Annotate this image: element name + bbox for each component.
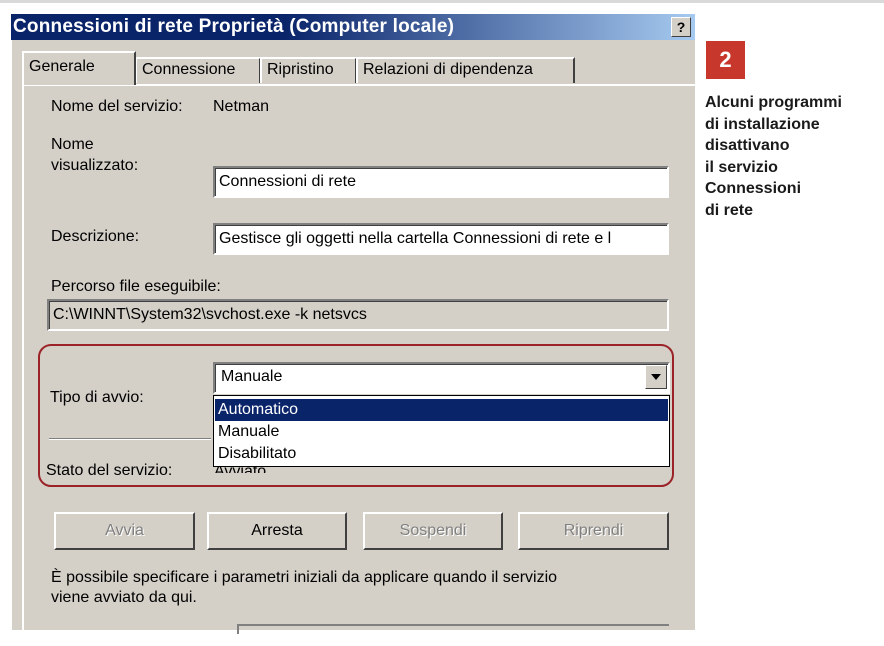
display-name-label-line1: Nome — [51, 136, 94, 153]
startup-type-selected-value: Manuale — [221, 368, 283, 385]
step-number-badge: 2 — [706, 41, 745, 79]
caption-line: di installazione — [705, 115, 820, 133]
display-name-label-line2: visualizzato: — [51, 157, 139, 174]
caption-line: il servizio — [705, 158, 778, 176]
help-button[interactable]: ? — [671, 17, 691, 37]
caption-line: Alcuni programmi — [705, 94, 842, 111]
startup-parameters-note-line1: È possibile specificare i parametri iniz… — [51, 569, 558, 586]
chevron-down-icon — [651, 374, 661, 380]
executable-path-field: C:\WINNT\System32\svchost.exe -k netsvcs — [47, 299, 669, 331]
pause-button[interactable]: Sospendi — [363, 512, 503, 550]
tab-generale[interactable]: Generale — [22, 51, 136, 85]
startup-parameters-note-line2: viene avviato da qui. — [51, 589, 197, 606]
start-parameters-field[interactable] — [237, 624, 669, 634]
resume-button[interactable]: Riprendi — [518, 512, 669, 550]
option-disabilitato[interactable]: Disabilitato — [215, 443, 668, 465]
start-button[interactable]: Avvia — [54, 512, 195, 550]
properties-dialog: Connessioni di rete Proprietà (Computer … — [11, 14, 697, 646]
stop-button[interactable]: Arresta — [207, 512, 347, 550]
service-name-value: Netman — [213, 98, 270, 115]
option-automatico[interactable]: Automatico — [215, 399, 668, 421]
caption-line: di rete — [705, 201, 754, 219]
description-field[interactable]: Gestisce gli oggetti nella cartella Conn… — [213, 223, 669, 255]
caption-line: Connessioni — [705, 180, 802, 198]
caption-line: disattivano — [705, 137, 790, 155]
startup-type-dropdown-list: Automatico Manuale Disabilitato — [213, 395, 670, 467]
option-manuale[interactable]: Manuale — [215, 421, 668, 443]
title-bar[interactable]: Connessioni di rete Proprietà (Computer … — [11, 14, 695, 40]
window-title: Connessioni di rete Proprietà (Computer … — [13, 16, 455, 37]
display-name-field[interactable]: Connessioni di rete — [213, 166, 669, 198]
startup-type-select[interactable]: Manuale — [213, 362, 670, 394]
executable-path-label: Percorso file eseguibile: — [51, 278, 221, 295]
tab-ripristino[interactable]: Ripristino — [260, 57, 357, 83]
tab-relazioni-di-dipendenza[interactable]: Relazioni di dipendenza — [356, 57, 575, 83]
dropdown-button[interactable] — [645, 365, 667, 389]
annotation-caption: Alcuni programmi di installazione disatt… — [705, 92, 880, 222]
page-top-rule — [0, 0, 884, 3]
description-label: Descrizione: — [51, 228, 140, 245]
service-name-label: Nome del servizio: — [51, 98, 183, 115]
tab-connessione[interactable]: Connessione — [135, 57, 261, 83]
